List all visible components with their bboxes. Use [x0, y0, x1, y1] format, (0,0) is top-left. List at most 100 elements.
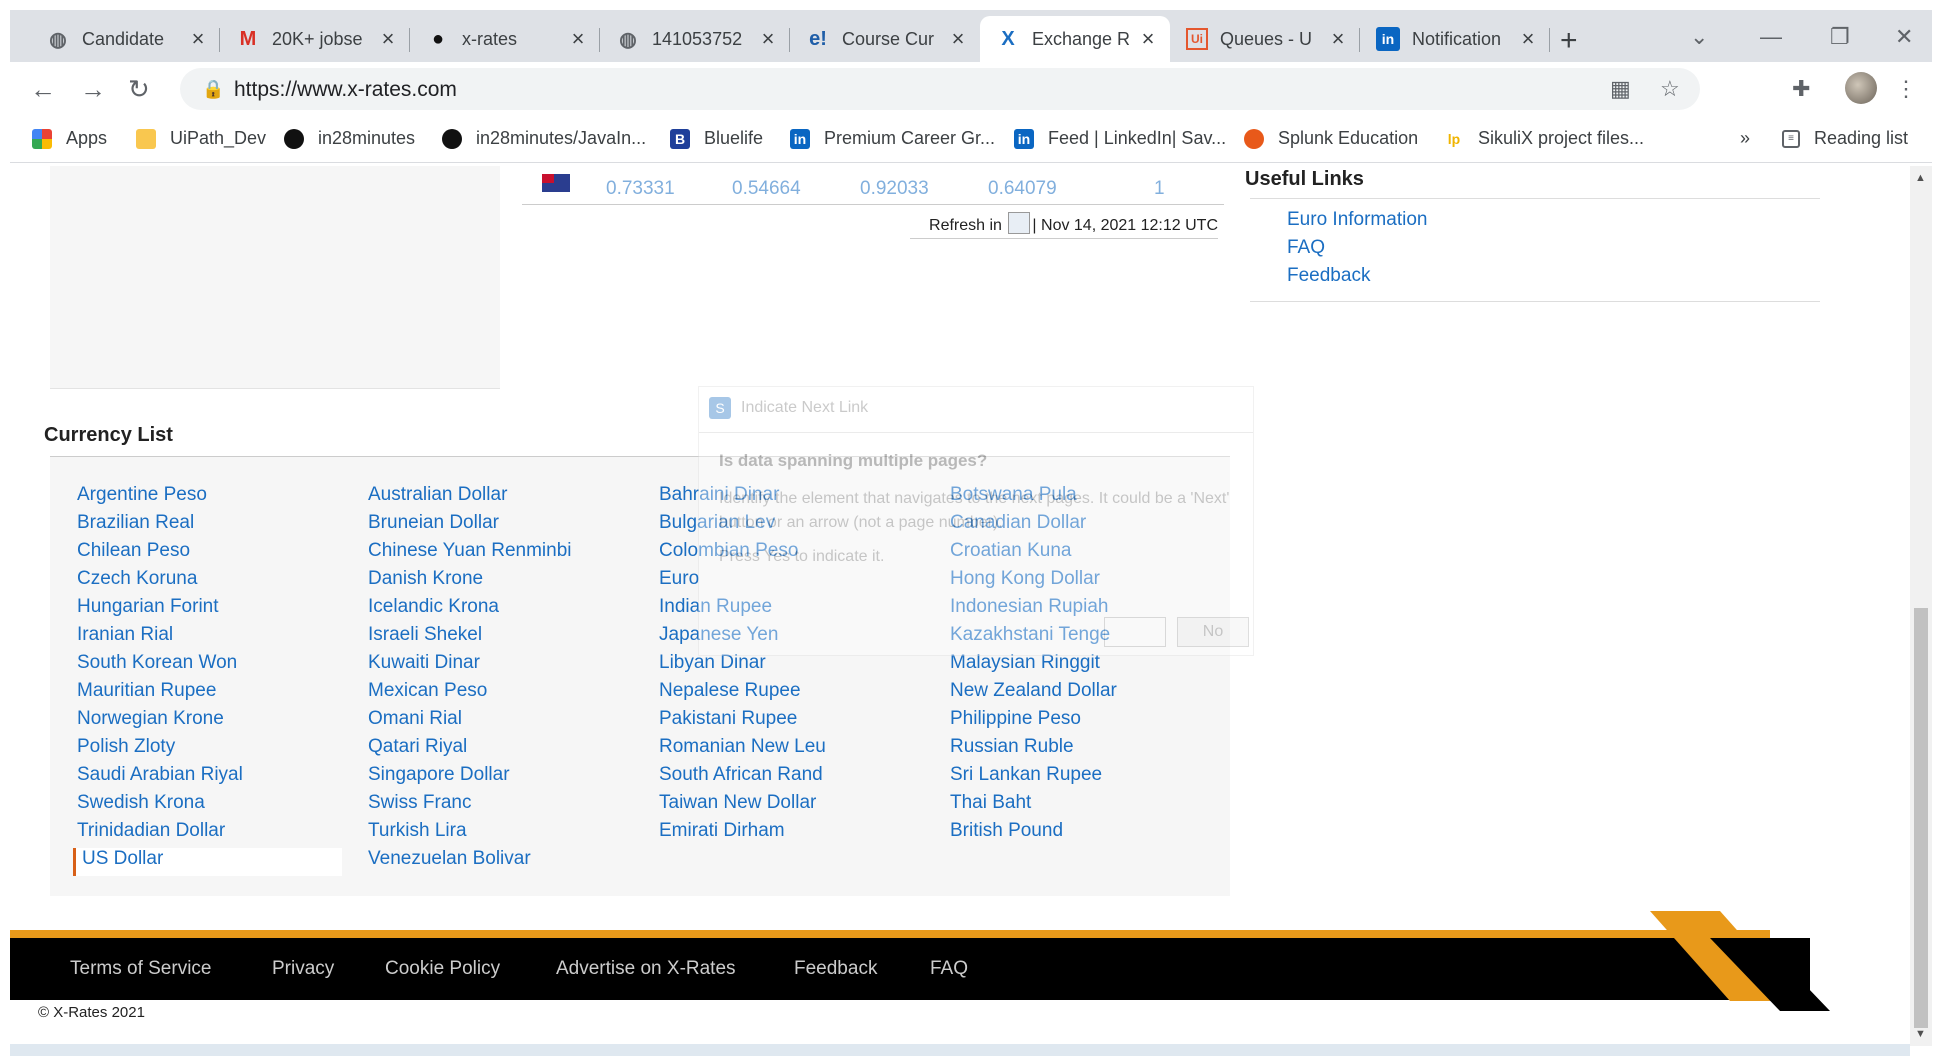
menu-kebab-icon[interactable]: ⋮	[1895, 76, 1917, 102]
no-button[interactable]: No	[1177, 617, 1249, 647]
footer-link-advertise[interactable]: Advertise on X-Rates	[556, 958, 736, 980]
currency-link[interactable]: Omani Rial	[368, 708, 572, 736]
close-tab-icon[interactable]: ×	[948, 26, 968, 52]
currency-link[interactable]: Polish Zloty	[77, 736, 342, 764]
new-tab-button[interactable]: +	[1560, 24, 1578, 58]
currency-link-selected[interactable]: US Dollar	[73, 848, 342, 876]
lock-icon[interactable]: 🔒	[202, 79, 224, 100]
tab-notifications[interactable]: in Notification ×	[1360, 16, 1550, 62]
footer-link-terms[interactable]: Terms of Service	[70, 958, 211, 980]
qr-code-icon[interactable]: ▦	[1610, 76, 1631, 102]
currency-link[interactable]: Chilean Peso	[77, 540, 342, 568]
currency-link[interactable]: Brazilian Real	[77, 512, 342, 540]
currency-link[interactable]: Israeli Shekel	[368, 624, 572, 652]
page-scrollbar[interactable]: ▲ ▼	[1910, 166, 1932, 1046]
currency-link[interactable]: Taiwan New Dollar	[659, 792, 826, 820]
currency-link[interactable]: Kuwaiti Dinar	[368, 652, 572, 680]
avatar[interactable]	[1845, 72, 1877, 104]
currency-link[interactable]: Hungarian Forint	[77, 596, 342, 624]
close-tab-icon[interactable]: ×	[1138, 26, 1158, 52]
footer-link-faq[interactable]: FAQ	[930, 958, 968, 980]
currency-link[interactable]: Russian Ruble	[950, 736, 1117, 764]
currency-link[interactable]: Icelandic Krona	[368, 596, 572, 624]
currency-link[interactable]: Mexican Peso	[368, 680, 572, 708]
currency-link[interactable]: British Pound	[950, 820, 1117, 848]
currency-link[interactable]: Saudi Arabian Riyal	[77, 764, 342, 792]
close-tab-icon[interactable]: ×	[188, 26, 208, 52]
currency-link[interactable]: Australian Dollar	[368, 484, 572, 512]
bookmark-uipath-dev[interactable]: UiPath_Dev	[136, 128, 266, 149]
scrollbar-thumb[interactable]	[1914, 608, 1928, 1028]
minimize-button[interactable]: —	[1760, 24, 1782, 50]
bookmark-premium-career[interactable]: in Premium Career Gr...	[790, 128, 995, 149]
rate-cell[interactable]: 0.64079	[988, 178, 1057, 200]
reading-list-button[interactable]: ≡ Reading list	[1782, 128, 1908, 149]
footer-link-privacy[interactable]: Privacy	[272, 958, 334, 980]
currency-link[interactable]: Libyan Dinar	[659, 652, 826, 680]
url-text[interactable]: https://www.x-rates.com	[234, 78, 457, 102]
bookmark-splunk[interactable]: Splunk Education	[1244, 128, 1418, 149]
bookmark-linkedin-feed[interactable]: in Feed | LinkedIn| Sav...	[1014, 128, 1226, 149]
currency-link[interactable]: Thai Baht	[950, 792, 1117, 820]
currency-link[interactable]: Malaysian Ringgit	[950, 652, 1117, 680]
tab-x-rates-github[interactable]: ● x-rates ×	[410, 16, 600, 62]
close-tab-icon[interactable]: ×	[1328, 26, 1348, 52]
tab-candidate[interactable]: ◍ Candidate ×	[30, 16, 220, 62]
currency-link[interactable]: South Korean Won	[77, 652, 342, 680]
link-feedback[interactable]: Feedback	[1287, 265, 1370, 287]
footer-link-feedback[interactable]: Feedback	[794, 958, 877, 980]
bookmark-apps[interactable]: Apps	[32, 128, 107, 149]
tab-numeric[interactable]: ◍ 141053752 ×	[600, 16, 790, 62]
link-euro-information[interactable]: Euro Information	[1287, 209, 1427, 231]
extensions-icon[interactable]: ✚	[1792, 76, 1810, 102]
currency-link[interactable]: Pakistani Rupee	[659, 708, 826, 736]
footer-link-cookie-policy[interactable]: Cookie Policy	[385, 958, 500, 980]
tab-exchange-rates[interactable]: X Exchange R ×	[980, 16, 1170, 62]
rate-cell[interactable]: 0.73331	[606, 178, 675, 200]
currency-link[interactable]: Chinese Yuan Renminbi	[368, 540, 572, 568]
close-tab-icon[interactable]: ×	[1518, 26, 1538, 52]
close-window-button[interactable]: ✕	[1895, 24, 1913, 50]
star-icon[interactable]: ☆	[1660, 76, 1680, 102]
tab-course[interactable]: e! Course Cur ×	[790, 16, 980, 62]
currency-link[interactable]: Nepalese Rupee	[659, 680, 826, 708]
currency-link[interactable]: Norwegian Krone	[77, 708, 342, 736]
currency-link[interactable]: Danish Krone	[368, 568, 572, 596]
currency-link[interactable]: Romanian New Leu	[659, 736, 826, 764]
currency-link[interactable]: New Zealand Dollar	[950, 680, 1117, 708]
currency-link[interactable]: Sri Lankan Rupee	[950, 764, 1117, 792]
reload-icon[interactable]: ↻	[128, 74, 150, 105]
scroll-up-arrow-icon[interactable]: ▲	[1915, 172, 1926, 184]
bookmark-sikulix[interactable]: lp SikuliX project files...	[1444, 128, 1644, 149]
rate-cell[interactable]: 0.92033	[860, 178, 929, 200]
address-bar[interactable]: 🔒 https://www.x-rates.com ▦ ☆	[180, 68, 1700, 110]
currency-link[interactable]: Emirati Dirham	[659, 820, 826, 848]
forward-arrow-icon[interactable]: →	[80, 74, 106, 105]
bookmark-in28minutes-java[interactable]: in28minutes/JavaIn...	[442, 128, 646, 149]
currency-link[interactable]: South African Rand	[659, 764, 826, 792]
currency-link[interactable]: Turkish Lira	[368, 820, 572, 848]
currency-link[interactable]: Venezuelan Bolivar	[368, 848, 572, 876]
tab-search-icon[interactable]: ⌄	[1690, 24, 1708, 50]
currency-link[interactable]: Philippine Peso	[950, 708, 1117, 736]
close-tab-icon[interactable]: ×	[758, 26, 778, 52]
currency-link[interactable]: Singapore Dollar	[368, 764, 572, 792]
currency-link[interactable]: Mauritian Rupee	[77, 680, 342, 708]
rate-cell[interactable]: 0.54664	[732, 178, 801, 200]
bookmark-bluelife[interactable]: B Bluelife	[670, 128, 763, 149]
yes-button[interactable]	[1104, 617, 1166, 647]
currency-link[interactable]: Argentine Peso	[77, 484, 342, 512]
tab-gmail[interactable]: M 20K+ jobse ×	[220, 16, 410, 62]
currency-link[interactable]: Swedish Krona	[77, 792, 342, 820]
restore-button[interactable]: ❐	[1830, 24, 1850, 50]
bookmark-in28minutes[interactable]: in28minutes	[284, 128, 415, 149]
currency-link[interactable]: Bruneian Dollar	[368, 512, 572, 540]
currency-link[interactable]: Trinidadian Dollar	[77, 820, 342, 848]
link-faq[interactable]: FAQ	[1287, 237, 1325, 259]
bookmarks-overflow-button[interactable]: »	[1740, 128, 1750, 149]
scroll-down-arrow-icon[interactable]: ▼	[1915, 1028, 1926, 1040]
close-tab-icon[interactable]: ×	[568, 26, 588, 52]
back-arrow-icon[interactable]: ←	[30, 74, 56, 105]
tab-queues[interactable]: Ui Queues - U ×	[1170, 16, 1360, 62]
currency-link[interactable]: Czech Koruna	[77, 568, 342, 596]
